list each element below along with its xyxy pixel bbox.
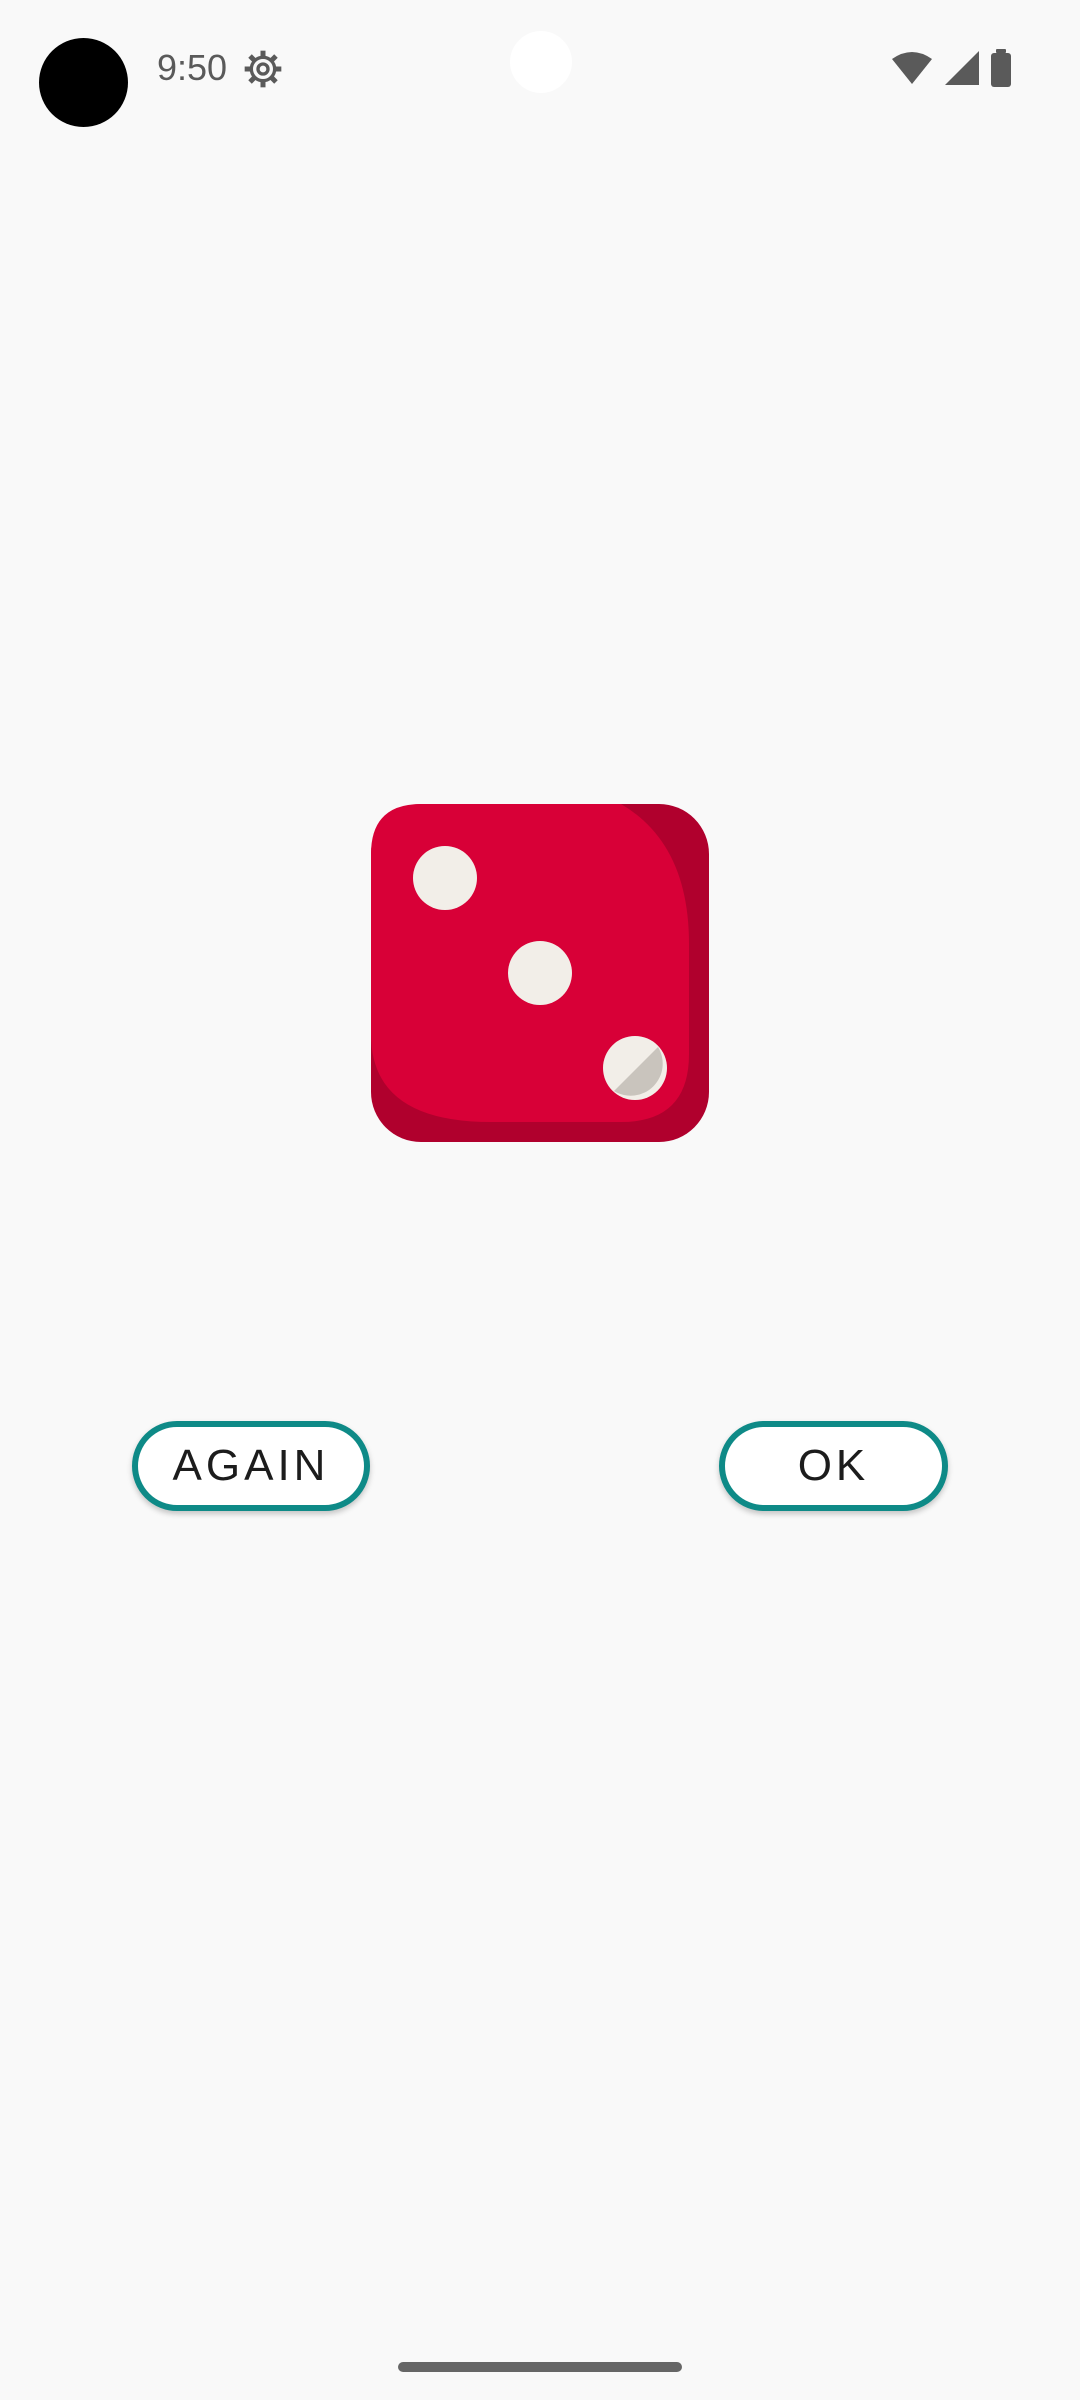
ok-button[interactable]: OK — [719, 1421, 948, 1511]
status-bar: 9:50 — [0, 0, 1080, 130]
dice-pip — [508, 941, 572, 1005]
screen: 9:50 AGAIN OK — [0, 0, 1080, 2400]
cellular-signal-icon — [945, 51, 979, 85]
settings-gear-icon — [244, 50, 282, 88]
battery-icon — [991, 49, 1011, 87]
status-time: 9:50 — [157, 47, 228, 88]
dice-face-three — [371, 804, 709, 1142]
camera-cutout — [510, 31, 572, 93]
again-button[interactable]: AGAIN — [132, 1421, 370, 1511]
system-icons — [890, 48, 1012, 88]
avatar — [39, 38, 128, 127]
gesture-nav-handle[interactable] — [398, 2362, 682, 2372]
wifi-icon — [892, 52, 932, 84]
dice-pip — [413, 846, 477, 910]
